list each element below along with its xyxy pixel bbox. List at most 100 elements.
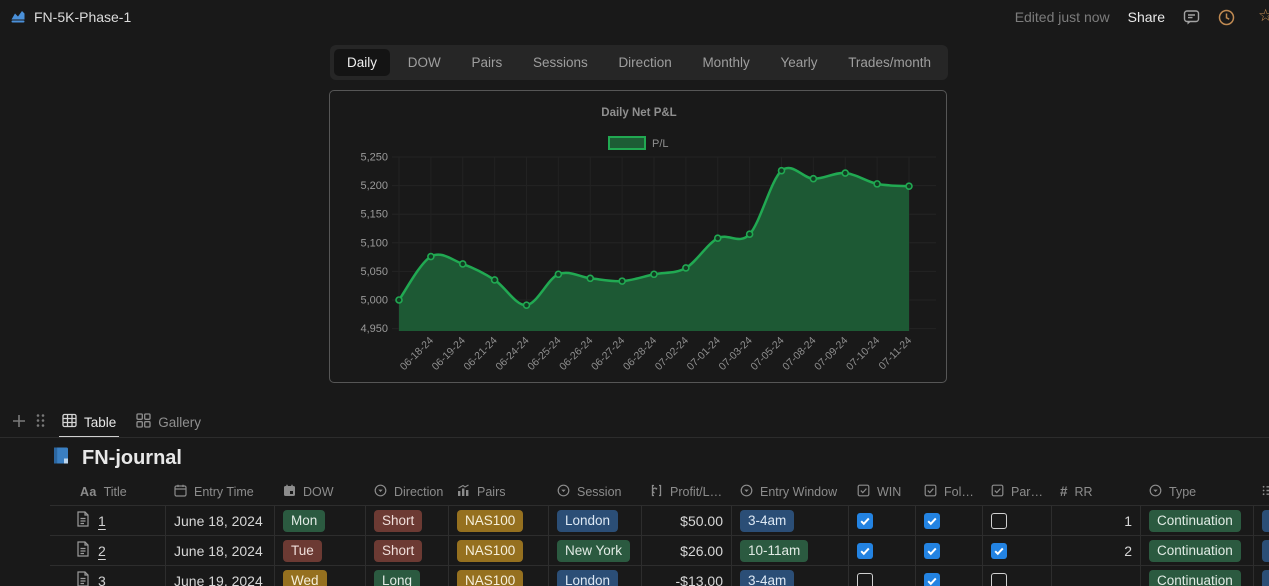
row-title-link[interactable]: 3 [98, 573, 106, 586]
win-checkbox-unchecked[interactable] [857, 573, 873, 586]
cell-profit[interactable]: $26.00 [642, 536, 732, 565]
cell-dow[interactable]: Wed [275, 566, 366, 586]
cell-win[interactable] [849, 566, 916, 586]
tag-green: Mon [283, 510, 325, 532]
cell-direction[interactable]: Long [366, 566, 449, 586]
column-header-entry-time[interactable]: Entry Time [166, 478, 275, 505]
cell-title[interactable]: 1 [50, 506, 166, 535]
daily-pnl-chart: Daily Net P&LP/L4,9505,0005,0505,1005,15… [330, 91, 946, 382]
row-title-link[interactable]: 2 [98, 543, 106, 559]
column-header-entry-window[interactable]: Entry Window [732, 478, 849, 505]
fol-checkbox-checked[interactable] [924, 513, 940, 529]
cell-entry-time[interactable]: June 19, 2024 [166, 566, 275, 586]
tag-blue: London [557, 510, 618, 532]
tab-yearly[interactable]: Yearly [767, 49, 830, 76]
cell-extra[interactable]: S [1254, 506, 1269, 535]
column-header-profit-l-[interactable]: Profit/L… [642, 478, 732, 505]
cell-title[interactable]: 2 [50, 536, 166, 565]
tab-pairs[interactable]: Pairs [458, 49, 515, 76]
column-header-win[interactable]: WIN [849, 478, 916, 505]
cell-direction[interactable]: Short [366, 536, 449, 565]
column-header-pairs[interactable]: Pairs [449, 478, 549, 505]
cell-type[interactable]: Continuation [1141, 566, 1254, 586]
column-header-list[interactable] [1254, 478, 1269, 505]
cell-entry-window[interactable]: 10-11am [732, 536, 849, 565]
cell-win[interactable] [849, 536, 916, 565]
chart-icon [457, 484, 470, 500]
journal-table: AaTitleEntry TimeDOWDirectionPairsSessio… [50, 478, 1269, 586]
win-checkbox-checked[interactable] [857, 513, 873, 529]
favorite-star-icon[interactable]: ☆ [1258, 6, 1269, 26]
column-header-rr[interactable]: #RR [1052, 478, 1141, 505]
column-label: Profit/L… [670, 485, 722, 499]
cell-rr[interactable]: 1 [1052, 506, 1141, 535]
cell-session[interactable]: London [549, 566, 642, 586]
cell-rr[interactable]: 2 [1052, 536, 1141, 565]
cell-entry-window[interactable]: 3-4am [732, 506, 849, 535]
cell-par[interactable] [983, 566, 1052, 586]
column-header-fol-[interactable]: Fol… [916, 478, 983, 505]
divider [0, 437, 1269, 438]
tab-dow[interactable]: DOW [395, 49, 454, 76]
column-header-type[interactable]: Type [1141, 478, 1254, 505]
cell-entry-time[interactable]: June 18, 2024 [166, 536, 275, 565]
column-label: Type [1169, 485, 1196, 499]
svg-text:06-26-24: 06-26-24 [557, 335, 595, 373]
add-view-icon[interactable] [12, 414, 26, 433]
column-header-title[interactable]: AaTitle [50, 478, 166, 505]
tag-blue: S [1262, 570, 1269, 586]
tab-monthly[interactable]: Monthly [689, 49, 762, 76]
cell-fol[interactable] [916, 566, 983, 586]
drag-handle-icon[interactable] [36, 413, 45, 433]
row-title-link[interactable]: 1 [98, 513, 106, 529]
svg-text:5,250: 5,250 [360, 152, 388, 164]
cell-win[interactable] [849, 506, 916, 535]
cell-fol[interactable] [916, 506, 983, 535]
svg-text:07-03-24: 07-03-24 [717, 335, 755, 373]
cell-par[interactable] [983, 506, 1052, 535]
cell-entry-window[interactable]: 3-4am [732, 566, 849, 586]
cell-session[interactable]: London [549, 506, 642, 535]
cell-dow[interactable]: Mon [275, 506, 366, 535]
comments-icon[interactable] [1183, 9, 1200, 26]
column-header-par-[interactable]: Par… [983, 478, 1052, 505]
cell-extra[interactable]: S [1254, 566, 1269, 586]
tab-trades-month[interactable]: Trades/month [835, 49, 944, 76]
column-header-direction[interactable]: Direction [366, 478, 449, 505]
cell-profit[interactable]: -$13.00 [642, 566, 732, 586]
tag-blue: London [557, 570, 618, 586]
view-tab-table[interactable]: Table [59, 408, 119, 438]
cell-entry-time[interactable]: June 18, 2024 [166, 506, 275, 535]
cell-dow[interactable]: Tue [275, 536, 366, 565]
tab-direction[interactable]: Direction [605, 49, 684, 76]
cell-title[interactable]: 3 [50, 566, 166, 586]
fol-checkbox-checked[interactable] [924, 543, 940, 559]
tab-sessions[interactable]: Sessions [520, 49, 601, 76]
cell-pairs[interactable]: NAS100 [449, 536, 549, 565]
cell-session[interactable]: New York [549, 536, 642, 565]
cell-par[interactable] [983, 536, 1052, 565]
par-checkbox-checked[interactable] [991, 543, 1007, 559]
column-header-session[interactable]: Session [549, 478, 642, 505]
tab-daily[interactable]: Daily [334, 49, 390, 76]
cell-profit[interactable]: $50.00 [642, 506, 732, 535]
win-checkbox-checked[interactable] [857, 543, 873, 559]
cell-direction[interactable]: Short [366, 506, 449, 535]
view-tab-gallery[interactable]: Gallery [133, 408, 204, 438]
column-label: WIN [877, 485, 901, 499]
history-clock-icon[interactable] [1218, 9, 1235, 26]
cell-pairs[interactable]: NAS100 [449, 566, 549, 586]
column-header-dow[interactable]: DOW [275, 478, 366, 505]
share-button[interactable]: Share [1128, 9, 1165, 25]
tag-red: Short [374, 540, 422, 562]
par-checkbox-unchecked[interactable] [991, 573, 1007, 586]
cell-pairs[interactable]: NAS100 [449, 506, 549, 535]
cell-type[interactable]: Continuation [1141, 536, 1254, 565]
cell-type[interactable]: Continuation [1141, 506, 1254, 535]
fol-checkbox-checked[interactable] [924, 573, 940, 586]
gallery-view-icon [136, 413, 151, 431]
par-checkbox-unchecked[interactable] [991, 513, 1007, 529]
cell-rr[interactable] [1052, 566, 1141, 586]
cell-extra[interactable]: S [1254, 536, 1269, 565]
cell-fol[interactable] [916, 536, 983, 565]
